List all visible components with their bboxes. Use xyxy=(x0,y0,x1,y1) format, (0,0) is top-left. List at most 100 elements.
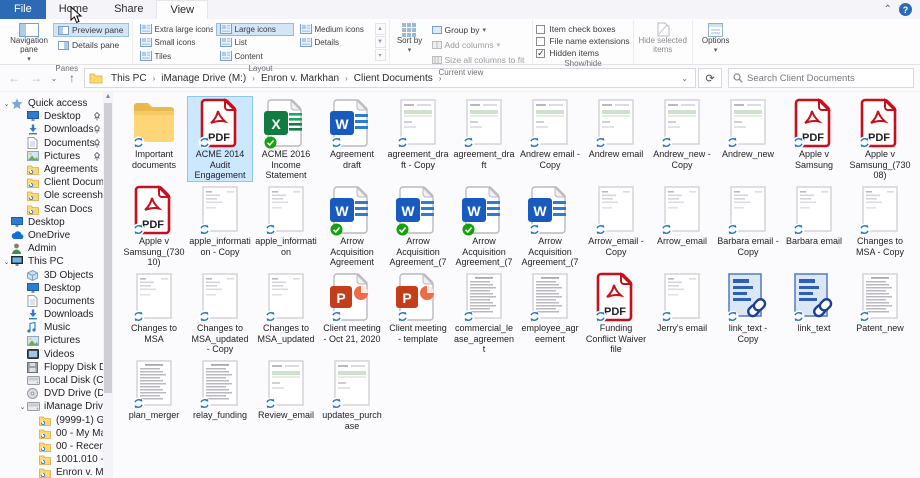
file-item-commercial-lease-agreement[interactable]: commercial_lease_agreement xyxy=(452,271,516,355)
file-item-andrew-new-copy[interactable]: Andrew_new - Copy xyxy=(650,97,714,181)
expand-chevron-icon[interactable]: ⌄ xyxy=(2,258,11,266)
tab-share[interactable]: Share xyxy=(101,0,156,19)
gallery-scroll-down-icon[interactable]: ▼ xyxy=(375,36,386,48)
file-item-acme-2016-income-statement[interactable]: XACME 2016 Income Statement xyxy=(254,97,318,181)
sidebar-item-client-documents[interactable]: Client Documents xyxy=(0,176,103,189)
file-item-agreement-draft[interactable]: WAgreement draft xyxy=(320,97,384,181)
checkbox-item-check-boxes[interactable]: Item check boxes xyxy=(536,24,629,34)
sidebar-item-admin[interactable]: Admin xyxy=(0,242,103,255)
size-all-columns-button[interactable]: Size all columns to fit xyxy=(427,53,530,67)
sidebar-item-downloads[interactable]: Downloads xyxy=(0,308,103,321)
unchecked-checkbox-icon[interactable] xyxy=(536,37,545,46)
file-item-link-text[interactable]: link_text xyxy=(782,271,846,355)
sidebar-scrollbar[interactable]: ▲ xyxy=(103,92,113,478)
sidebar-item-pictures[interactable]: Pictures xyxy=(0,150,103,163)
sidebar-item-agreements[interactable]: Agreements xyxy=(0,163,103,176)
sidebar-item-1001-010-arrow-comp[interactable]: 1001.010 - Arrow Comp xyxy=(0,453,103,466)
file-item-arrow-email-copy[interactable]: Arrow_email - Copy xyxy=(584,184,648,268)
file-item-agreement-draft-copy[interactable]: agreement_draft - Copy xyxy=(386,97,450,181)
options-button[interactable]: Options ▾ xyxy=(696,21,736,54)
tab-home[interactable]: Home xyxy=(46,0,101,19)
layout-option-large-icons[interactable]: Large icons xyxy=(216,23,294,36)
add-columns-button[interactable]: Add columns ▾ xyxy=(427,38,530,52)
file-item-apple-information[interactable]: apple_information xyxy=(254,184,318,268)
file-item-arrow-acquisition-agreement-73009[interactable]: WArrow Acquisition Agreement_(73009) xyxy=(386,184,450,268)
layout-option-list[interactable]: List xyxy=(216,37,294,50)
refresh-icon[interactable]: ⟳ xyxy=(698,68,722,88)
file-item-andrew-new[interactable]: Andrew_new xyxy=(716,97,780,181)
file-item-changes-to-msa-updated[interactable]: Changes to MSA_updated xyxy=(254,271,318,355)
file-item-client-meeting-template[interactable]: PClient meeting - template xyxy=(386,271,450,355)
scrollbar-thumb[interactable] xyxy=(104,103,112,393)
file-item-employee-agreement[interactable]: employee_agreement xyxy=(518,271,582,355)
search-box[interactable] xyxy=(728,68,914,88)
hide-selected-items-button[interactable]: Hide selected items xyxy=(637,21,689,55)
group-by-button[interactable]: Group by ▾ xyxy=(427,23,530,37)
file-item-important-documents[interactable]: Important documents xyxy=(122,97,186,181)
sidebar-item-enron-v-markhan[interactable]: Enron v. Markhan xyxy=(0,466,103,478)
sidebar-item-ole-screenshots[interactable]: Ole screenshots xyxy=(0,189,103,202)
file-item-changes-to-msa-updated-copy[interactable]: Changes to MSA_updated - Copy xyxy=(188,271,252,355)
layout-option-content[interactable]: Content xyxy=(216,50,294,63)
search-input[interactable] xyxy=(747,73,909,84)
file-item-apple-v-samsung-73010[interactable]: PDFApple v Samsung_(73010) xyxy=(122,184,186,268)
file-item-barbara-email[interactable]: Barbara email xyxy=(782,184,846,268)
sidebar-item-quick-access[interactable]: ⌄Quick access xyxy=(0,97,103,110)
sidebar-item-scan-docs[interactable]: Scan Docs xyxy=(0,203,103,216)
file-item-changes-to-msa[interactable]: Changes to MSA xyxy=(122,271,186,355)
sidebar-item-3d-objects[interactable]: 3D Objects xyxy=(0,268,103,281)
file-item-patent-new[interactable]: Patent_new xyxy=(848,271,912,355)
file-item-review-email[interactable]: Review_email xyxy=(254,358,318,442)
unchecked-checkbox-icon[interactable] xyxy=(536,25,545,34)
file-item-jerry-s-email[interactable]: Jerry's email xyxy=(650,271,714,355)
help-icon[interactable]: ? xyxy=(899,3,912,16)
sidebar-item-music[interactable]: Music xyxy=(0,321,103,334)
file-item-apple-v-samsung[interactable]: PDFApple v Samsung xyxy=(782,97,846,181)
sidebar-item-floppy-disk-drive-a[interactable]: Floppy Disk Drive (A:) xyxy=(0,361,103,374)
file-item-link-text-copy[interactable]: link_text - Copy xyxy=(716,271,780,355)
sidebar-item-imanage-drive-m[interactable]: ⌄iManage Drive (M:) xyxy=(0,400,103,413)
layout-option-tiles[interactable]: Tiles xyxy=(136,50,214,63)
sidebar-item-downloads[interactable]: Downloads xyxy=(0,123,103,136)
file-item-andrew-email-copy[interactable]: Andrew email - Copy xyxy=(518,97,582,181)
expand-chevron-icon[interactable]: ⌄ xyxy=(18,403,27,411)
sidebar-item-videos[interactable]: Videos xyxy=(0,348,103,361)
gallery-scroll-up-icon[interactable]: ▲ xyxy=(375,23,386,35)
file-item-changes-to-msa-copy[interactable]: Changes to MSA - Copy xyxy=(848,184,912,268)
gallery-expand-icon[interactable]: ▾ xyxy=(375,49,386,61)
file-item-funding-conflict-waiver-file[interactable]: PDFFunding Conflict Waiver file xyxy=(584,271,648,355)
layout-option-details[interactable]: Details xyxy=(296,37,374,50)
file-item-arrow-acquisition-agreement-73708[interactable]: WArrow Acquisition Agreement_(73708) xyxy=(518,184,582,268)
navigation-pane-button[interactable]: Navigation pane ▾ xyxy=(5,21,53,63)
sidebar-item-this-pc[interactable]: ⌄This PC xyxy=(0,255,103,268)
minimize-ribbon-icon[interactable]: ⌃ xyxy=(884,4,892,15)
scroll-up-icon[interactable]: ▲ xyxy=(103,92,113,102)
sidebar-item-local-disk-c[interactable]: Local Disk (C:) xyxy=(0,374,103,387)
sidebar-item-documents[interactable]: Documents xyxy=(0,295,103,308)
sidebar-item-00-recent-matters[interactable]: 00 - Recent Matters xyxy=(0,440,103,453)
file-item-arrow-email[interactable]: Arrow_email xyxy=(650,184,714,268)
file-item-arrow-acquisition-agreement-73011[interactable]: WArrow Acquisition Agreement_(73011) xyxy=(452,184,516,268)
layout-option-small-icons[interactable]: Small icons xyxy=(136,37,214,50)
sidebar-item-pictures[interactable]: Pictures xyxy=(0,334,103,347)
expand-chevron-icon[interactable]: ⌄ xyxy=(2,100,11,108)
details-pane-button[interactable]: Details pane xyxy=(53,38,129,52)
sort-by-button[interactable]: Sort by ▾ xyxy=(393,21,427,54)
tab-file[interactable]: File xyxy=(0,0,46,19)
address-dropdown-icon[interactable]: ⌄ xyxy=(676,74,693,83)
sidebar-item-9999-1-general-projec[interactable]: (9999-1) General Projec xyxy=(0,414,103,427)
layout-option-extra-large-icons[interactable]: Extra large icons xyxy=(136,23,214,36)
file-item-agreement-draft[interactable]: agreement_draft xyxy=(452,97,516,181)
sidebar-item-desktop[interactable]: Desktop xyxy=(0,216,103,229)
preview-pane-button[interactable]: Preview pane xyxy=(53,23,129,37)
file-item-apple-information-copy[interactable]: apple_information - Copy xyxy=(188,184,252,268)
file-item-andrew-email[interactable]: Andrew email xyxy=(584,97,648,181)
file-item-apple-v-samsung-73008[interactable]: PDFApple v Samsung_(73008) xyxy=(848,97,912,181)
sidebar-item-00-my-matters[interactable]: 00 - My Matters xyxy=(0,427,103,440)
file-item-plan-merger[interactable]: plan_merger xyxy=(122,358,186,442)
file-item-updates-purchase[interactable]: updates_purchase xyxy=(320,358,384,442)
sidebar-item-documents[interactable]: Documents xyxy=(0,137,103,150)
sidebar-item-desktop[interactable]: Desktop xyxy=(0,110,103,123)
sidebar-item-desktop[interactable]: Desktop xyxy=(0,282,103,295)
file-item-relay-funding[interactable]: relay_funding xyxy=(188,358,252,442)
